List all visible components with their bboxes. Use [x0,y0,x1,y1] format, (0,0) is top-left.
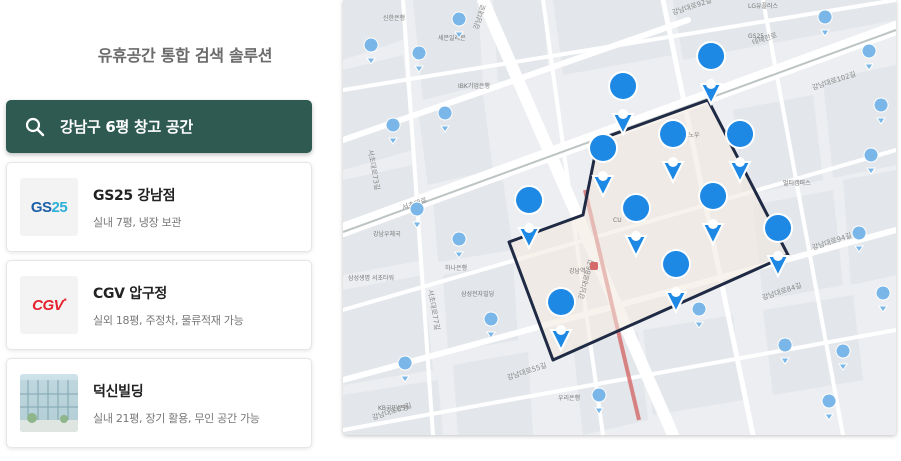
result-title: GS25 강남점 [93,187,176,204]
result-title: CGV 압구정 [93,285,168,302]
place-label: 멀티캠퍼스 [783,179,811,187]
search-bar[interactable]: 강남구 6평 창고 공간 [6,100,312,153]
result-subtitle: 실내 7평, 냉장 보관 [93,215,182,229]
page-title: 유휴공간 통합 검색 솔루션 [97,46,273,65]
subway-station-icon [590,262,598,270]
gs25-logo: GS25 [20,178,78,236]
result-card-deokshin[interactable]: 덕신빌딩 실내 21평, 장기 활용, 무인 공간 가능 [6,358,312,448]
place-label: 세븐일레븐 [438,34,466,42]
place-label: 삼성전자빌딩 [461,290,494,298]
search-panel: 유휴공간 통합 검색 솔루션 강남구 6평 창고 공간 GS25 GS25 강남… [0,0,320,461]
place-label: LG유플러스 [748,2,779,10]
place-label: 우리은행 [558,394,580,402]
result-title: 덕신빌딩 [93,383,144,400]
place-label: IBK기업은행 [458,82,490,90]
result-card-cgv[interactable]: CGV* CGV 압구정 실외 18평, 주정차, 물류적재 가능 [6,260,312,350]
place-label: 하나은행 [445,264,467,272]
place-label: GS25 [748,33,764,40]
place-label: 강남우체국 [373,230,401,238]
search-icon [24,116,46,138]
map-view[interactable]: 강남대로 서초대로 테헤란로 강남대로55길 서초대로73길 강남대로94길 강… [343,0,896,435]
search-query: 강남구 6평 창고 공간 [60,118,193,136]
place-label: 신한은행 [383,14,405,22]
place-label: 강남역 [569,267,586,275]
result-subtitle: 실외 18평, 주정차, 물류적재 가능 [93,313,244,327]
place-label: 삼성생명 서초타워 [348,274,394,282]
building-photo [20,374,78,432]
place-label: KB국민은행 [378,404,408,412]
result-card-gs25[interactable]: GS25 GS25 강남점 실내 7평, 냉장 보관 [6,162,312,252]
place-label: CU [613,217,622,224]
result-subtitle: 실내 21평, 장기 활용, 무인 공간 가능 [93,411,260,425]
cgv-logo: CGV* [20,276,78,334]
